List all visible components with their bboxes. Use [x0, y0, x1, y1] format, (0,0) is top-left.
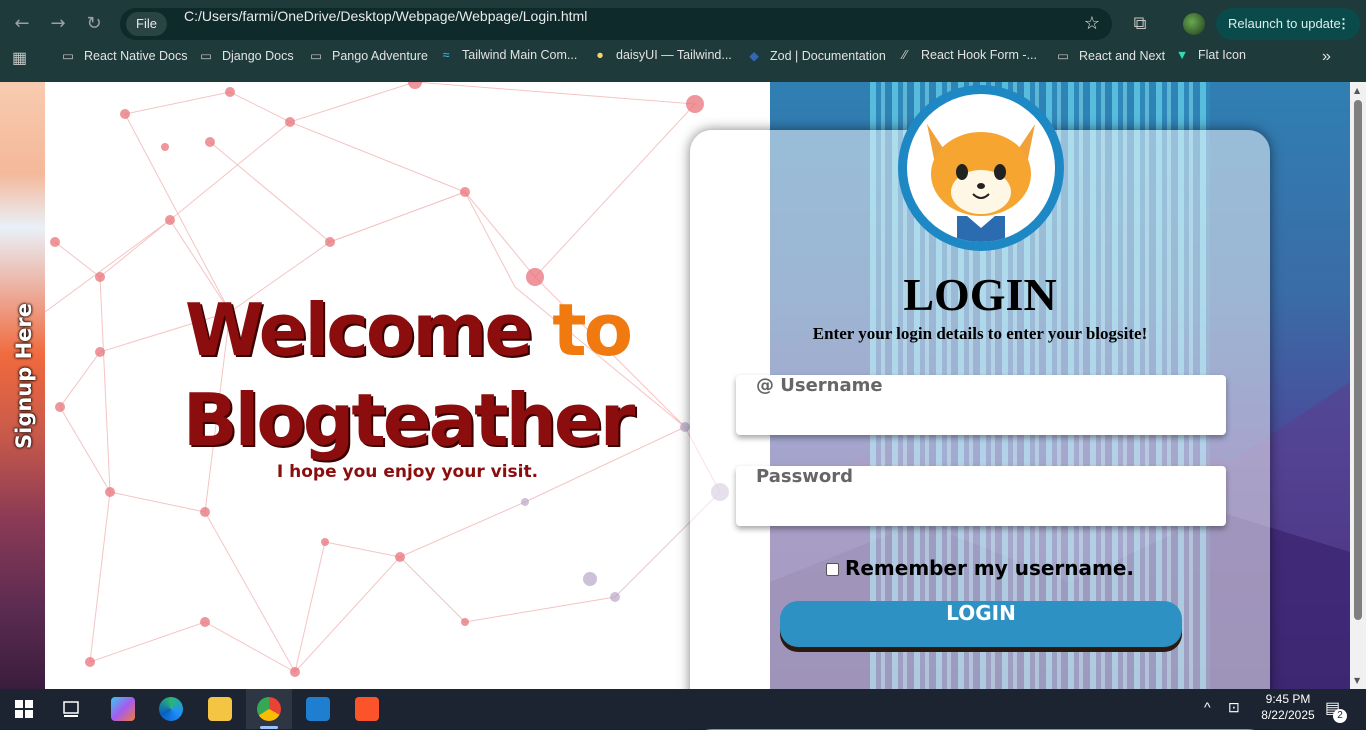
more-bookmarks-icon[interactable]: » — [1322, 48, 1331, 82]
red-panda-avatar-icon — [907, 94, 1055, 242]
scrollbar-thumb[interactable] — [1354, 100, 1362, 620]
welcome-subtitle: I hope you enjoy your visit. — [276, 462, 539, 482]
clock[interactable]: 9:45 PM 8/22/2025 — [1258, 692, 1318, 722]
site-name-text: Blogteather — [182, 378, 635, 462]
browser-toolbar: ← → ↻ File C:/Users/farmi/OneDrive/Deskt… — [0, 0, 1366, 48]
windows-start-icon[interactable] — [12, 697, 36, 721]
welcome-text: Welcome — [184, 288, 553, 372]
password-field[interactable]: Password — [736, 466, 1226, 526]
signup-label[interactable]: Signup Here — [12, 303, 36, 449]
relaunch-label: Relaunch to update — [1228, 16, 1341, 31]
bookmark-label: daisyUI — Tailwind... — [616, 48, 732, 62]
url-text[interactable]: C:/Users/farmi/OneDrive/Desktop/Webpage/… — [184, 8, 587, 24]
clock-date: 8/22/2025 — [1261, 708, 1315, 722]
remember-me-row: Remember my username. — [690, 556, 1270, 580]
bookmark-label: Pango Adventure — [332, 49, 428, 63]
copilot-icon[interactable] — [111, 697, 135, 721]
flaticon-icon: ▼ — [1175, 48, 1189, 62]
password-placeholder: Password — [756, 466, 854, 487]
file-explorer-icon[interactable] — [208, 697, 232, 721]
network-status-icon[interactable]: ⊡ — [1228, 699, 1240, 716]
apps-grid-icon[interactable]: ▦ — [12, 48, 27, 82]
login-button[interactable]: LOGIN — [780, 601, 1182, 647]
page-scrollbar[interactable]: ▲ ▼ — [1350, 82, 1366, 689]
username-placeholder: @ Username — [756, 375, 883, 396]
bookmark-zod[interactable]: ◆ Zod | Documentation — [746, 48, 886, 82]
tailwind-icon: ≈ — [442, 48, 450, 62]
profile-avatar[interactable] — [1183, 13, 1205, 35]
signup-side-panel[interactable]: Signup Here — [0, 82, 45, 689]
username-field[interactable]: @ Username — [736, 375, 1226, 435]
bookmark-label: Zod | Documentation — [770, 49, 886, 63]
file-chip[interactable]: File — [126, 12, 167, 36]
brave-icon[interactable] — [355, 697, 379, 721]
bookmark-label: Flat Icon — [1198, 48, 1246, 62]
bookmark-react-native-docs[interactable]: ▭ React Native Docs — [60, 48, 188, 82]
menu-dots-icon[interactable]: ⋮ — [1337, 8, 1350, 40]
reload-icon[interactable]: ↻ — [82, 12, 106, 36]
bookmark-label: React Native Docs — [84, 49, 188, 63]
welcome-heading: Welcome to — [45, 288, 770, 372]
welcome-panel: Welcome to Blogteather I hope you enjoy … — [45, 82, 770, 689]
extensions-icon[interactable]: ⧉ — [1128, 12, 1152, 36]
bookmark-daisyui[interactable]: ● daisyUI — Tailwind... — [592, 48, 732, 82]
relaunch-button[interactable]: Relaunch to update ⋮ — [1216, 8, 1360, 40]
address-bar[interactable]: File C:/Users/farmi/OneDrive/Desktop/Web… — [120, 8, 1112, 40]
site-name-heading: Blogteather — [45, 378, 770, 462]
avatar — [898, 85, 1064, 251]
back-icon[interactable]: ← — [10, 12, 34, 36]
vscode-icon[interactable] — [306, 697, 330, 721]
bookmark-star-icon[interactable]: ☆ — [1084, 8, 1100, 40]
folder-icon: ▭ — [1057, 49, 1069, 63]
bookmark-flat-icon[interactable]: ▼ Flat Icon — [1174, 48, 1246, 82]
daisyui-icon: ● — [596, 48, 604, 62]
notification-badge: 2 — [1333, 709, 1347, 723]
bookmark-django-docs[interactable]: ▭ Django Docs — [198, 48, 294, 82]
bookmark-label: Django Docs — [222, 49, 294, 63]
bookmark-react-and-next[interactable]: ▭ React and Next — [1055, 48, 1165, 82]
edge-icon[interactable] — [159, 697, 183, 721]
bookmark-label: React and Next — [1079, 49, 1166, 63]
zod-icon: ◆ — [749, 49, 759, 63]
remember-checkbox[interactable] — [825, 563, 839, 576]
bookmark-pango-adventure[interactable]: ▭ Pango Adventure — [308, 48, 428, 82]
tray-chevron-icon[interactable]: ^ — [1204, 699, 1211, 715]
login-subtitle: Enter your login details to enter your b… — [812, 324, 1148, 343]
bookmark-tailwind[interactable]: ≈ Tailwind Main Com... — [438, 48, 578, 82]
bookmark-label: Tailwind Main Com... — [462, 48, 578, 62]
react-hook-form-icon: ⁄⁄ — [902, 48, 908, 62]
bookmark-react-hook-form[interactable]: ⁄⁄ React Hook Form -... — [897, 48, 1037, 82]
folder-icon: ▭ — [200, 49, 212, 63]
remember-label: Remember my username. — [844, 556, 1135, 580]
clock-time: 9:45 PM — [1265, 692, 1311, 706]
windows-taskbar: ^ ⊡ 9:45 PM 8/22/2025 ▤ 2 — [0, 689, 1366, 729]
task-view-icon[interactable] — [59, 697, 83, 721]
scroll-up-icon[interactable]: ▲ — [1354, 86, 1360, 95]
bookmarks-bar: ▦ ▭ React Native Docs ▭ Django Docs ▭ Pango… — [0, 48, 1366, 83]
folder-icon: ▭ — [62, 49, 74, 63]
welcome-to-text: to — [552, 288, 633, 372]
folder-icon: ▭ — [310, 49, 322, 63]
scroll-down-icon[interactable]: ▼ — [1354, 676, 1360, 685]
chrome-icon[interactable] — [257, 697, 281, 721]
bookmark-label: React Hook Form -... — [921, 48, 1037, 62]
login-title: LOGIN — [903, 269, 1057, 320]
forward-icon[interactable]: → — [46, 12, 70, 36]
